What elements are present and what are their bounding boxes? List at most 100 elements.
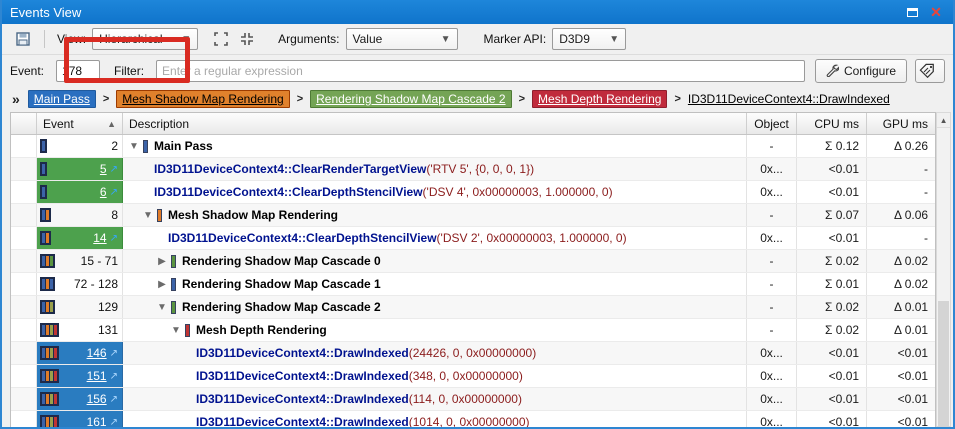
description-cell[interactable]: ▼ Rendering Shadow Map Cascade 2 [123, 296, 747, 318]
marker-group-title: Mesh Depth Rendering [196, 323, 327, 337]
expand-toggle-icon[interactable]: ▼ [170, 325, 182, 336]
description-cell[interactable]: ▼ Main Pass [123, 135, 747, 157]
marker-group-title: Mesh Shadow Map Rendering [168, 208, 338, 222]
event-number[interactable]: 6 [51, 185, 107, 199]
event-cell[interactable]: 72 - 128 ↗ [37, 273, 123, 295]
table-row[interactable]: 8 ↗ ▼ Mesh Shadow Map Rendering - Σ 0.07… [11, 204, 935, 227]
api-call-name: ID3D11DeviceContext4::DrawIndexed [196, 346, 409, 360]
goto-event-icon[interactable]: ↗ [110, 233, 118, 244]
description-cell[interactable]: ID3D11DeviceContext4::ClearRenderTargetV… [123, 158, 747, 180]
event-number[interactable]: 14 [55, 231, 107, 245]
expand-toggle-icon[interactable]: ▶ [156, 279, 168, 290]
event-number[interactable]: 146 [63, 346, 107, 360]
event-cell[interactable]: 14 ↗ [37, 227, 123, 249]
breadcrumb-item[interactable]: Rendering Shadow Map Cascade 2 [310, 90, 511, 108]
table-row[interactable]: 14 ↗ ID3D11DeviceContext4::ClearDepthSte… [11, 227, 935, 250]
table-row[interactable]: 129 ↗ ▼ Rendering Shadow Map Cascade 2 -… [11, 296, 935, 319]
breadcrumb-item[interactable]: Main Pass [28, 90, 96, 108]
expand-toggle-icon[interactable]: ▼ [156, 302, 168, 313]
cpu-ms-cell: <0.01 [797, 388, 867, 410]
description-cell[interactable]: ▼ Mesh Depth Rendering [123, 319, 747, 341]
expand-all-icon[interactable] [210, 28, 232, 50]
description-cell[interactable]: ID3D11DeviceContext4::DrawIndexed (24426… [123, 342, 747, 364]
arguments-dropdown[interactable]: Value ▼ [346, 28, 458, 50]
column-header-gutter[interactable] [11, 113, 37, 134]
table-row[interactable]: 146 ↗ ID3D11DeviceContext4::DrawIndexed … [11, 342, 935, 365]
column-header-description[interactable]: Description [123, 113, 747, 134]
table-row[interactable]: 15 - 71 ↗ ▶ Rendering Shadow Map Cascade… [11, 250, 935, 273]
view-dropdown[interactable]: Hierarchical ▼ [92, 28, 198, 50]
float-window-icon[interactable] [903, 4, 921, 20]
filter-input[interactable] [156, 60, 805, 82]
description-cell[interactable]: ID3D11DeviceContext4::ClearDepthStencilV… [123, 181, 747, 203]
description-cell[interactable]: ▼ Mesh Shadow Map Rendering [123, 204, 747, 226]
event-cell[interactable]: 2 ↗ [37, 135, 123, 157]
description-cell[interactable]: ID3D11DeviceContext4::DrawIndexed (1014,… [123, 411, 747, 427]
breadcrumb-item[interactable]: Mesh Depth Rendering [532, 90, 667, 108]
description-cell[interactable]: ID3D11DeviceContext4::ClearDepthStencilV… [123, 227, 747, 249]
table-row[interactable]: 156 ↗ ID3D11DeviceContext4::DrawIndexed … [11, 388, 935, 411]
marker-api-dropdown[interactable]: D3D9 ▼ [552, 28, 626, 50]
column-header-object[interactable]: Object [747, 113, 797, 134]
expand-toggle-icon[interactable]: ▼ [142, 210, 154, 221]
event-number[interactable]: 8 [55, 208, 118, 222]
event-cell[interactable]: 8 ↗ [37, 204, 123, 226]
description-cell[interactable]: ▶ Rendering Shadow Map Cascade 0 [123, 250, 747, 272]
goto-event-icon[interactable]: ↗ [110, 394, 118, 405]
nesting-level-icon [40, 300, 55, 314]
event-number[interactable]: 129 [59, 300, 118, 314]
event-cell[interactable]: 161 ↗ [37, 411, 123, 427]
column-header-cpu-ms[interactable]: CPU ms [797, 113, 867, 134]
event-cell[interactable]: 151 ↗ [37, 365, 123, 387]
tag-filter-button[interactable] [915, 59, 945, 83]
event-number[interactable]: 161 [63, 415, 107, 427]
breadcrumb-item[interactable]: ID3D11DeviceContext4::DrawIndexed [688, 90, 890, 108]
expand-toggle-icon[interactable]: ▼ [128, 141, 140, 152]
event-cell[interactable]: 15 - 71 ↗ [37, 250, 123, 272]
event-cell[interactable]: 129 ↗ [37, 296, 123, 318]
goto-event-icon[interactable]: ↗ [110, 417, 118, 428]
event-cell[interactable]: 156 ↗ [37, 388, 123, 410]
description-cell[interactable]: ID3D11DeviceContext4::DrawIndexed (114, … [123, 388, 747, 410]
nesting-level-icon [40, 254, 55, 268]
expand-toggle-icon[interactable]: ▶ [156, 256, 168, 267]
event-number[interactable]: 131 [63, 323, 118, 337]
event-number[interactable]: 15 - 71 [59, 254, 118, 268]
event-number-input[interactable] [56, 60, 100, 82]
goto-event-icon[interactable]: ↗ [110, 187, 118, 198]
goto-event-icon[interactable]: ↗ [110, 348, 118, 359]
event-number[interactable]: 5 [51, 162, 107, 176]
table-row[interactable]: 131 ↗ ▼ Mesh Depth Rendering - Σ 0.02 Δ … [11, 319, 935, 342]
event-number[interactable]: 156 [63, 392, 107, 406]
event-number[interactable]: 2 [51, 139, 118, 153]
description-cell[interactable]: ID3D11DeviceContext4::DrawIndexed (348, … [123, 365, 747, 387]
event-cell[interactable]: 6 ↗ [37, 181, 123, 203]
marker-group-title: Main Pass [154, 139, 213, 153]
event-cell[interactable]: 131 ↗ [37, 319, 123, 341]
configure-button[interactable]: Configure [815, 59, 907, 83]
table-row[interactable]: 161 ↗ ID3D11DeviceContext4::DrawIndexed … [11, 411, 935, 427]
api-call-arguments: ('RTV 5', {0, 0, 0, 1}) [426, 162, 534, 176]
breadcrumb-item[interactable]: Mesh Shadow Map Rendering [116, 90, 289, 108]
table-row[interactable]: 72 - 128 ↗ ▶ Rendering Shadow Map Cascad… [11, 273, 935, 296]
breadcrumb-expand-icon[interactable]: » [12, 91, 20, 107]
event-cell[interactable]: 146 ↗ [37, 342, 123, 364]
column-header-gpu-ms[interactable]: GPU ms [867, 113, 935, 134]
column-header-event[interactable]: Event ▲ [37, 113, 123, 134]
scroll-up-icon[interactable]: ▲ [937, 113, 950, 128]
event-number[interactable]: 72 - 128 [59, 277, 118, 291]
table-row[interactable]: 6 ↗ ID3D11DeviceContext4::ClearDepthSten… [11, 181, 935, 204]
scrollbar-thumb[interactable] [938, 301, 949, 429]
table-row[interactable]: 151 ↗ ID3D11DeviceContext4::DrawIndexed … [11, 365, 935, 388]
table-row[interactable]: 5 ↗ ID3D11DeviceContext4::ClearRenderTar… [11, 158, 935, 181]
event-number[interactable]: 151 [63, 369, 107, 383]
table-row[interactable]: 2 ↗ ▼ Main Pass - Σ 0.12 Δ 0.26 [11, 135, 935, 158]
collapse-all-icon[interactable] [236, 28, 258, 50]
event-cell[interactable]: 5 ↗ [37, 158, 123, 180]
goto-event-icon[interactable]: ↗ [110, 164, 118, 175]
close-icon[interactable]: ✕ [927, 4, 945, 20]
goto-event-icon[interactable]: ↗ [110, 371, 118, 382]
description-cell[interactable]: ▶ Rendering Shadow Map Cascade 1 [123, 273, 747, 295]
export-report-icon[interactable] [12, 28, 34, 50]
vertical-scrollbar[interactable]: ▲ [936, 112, 951, 427]
